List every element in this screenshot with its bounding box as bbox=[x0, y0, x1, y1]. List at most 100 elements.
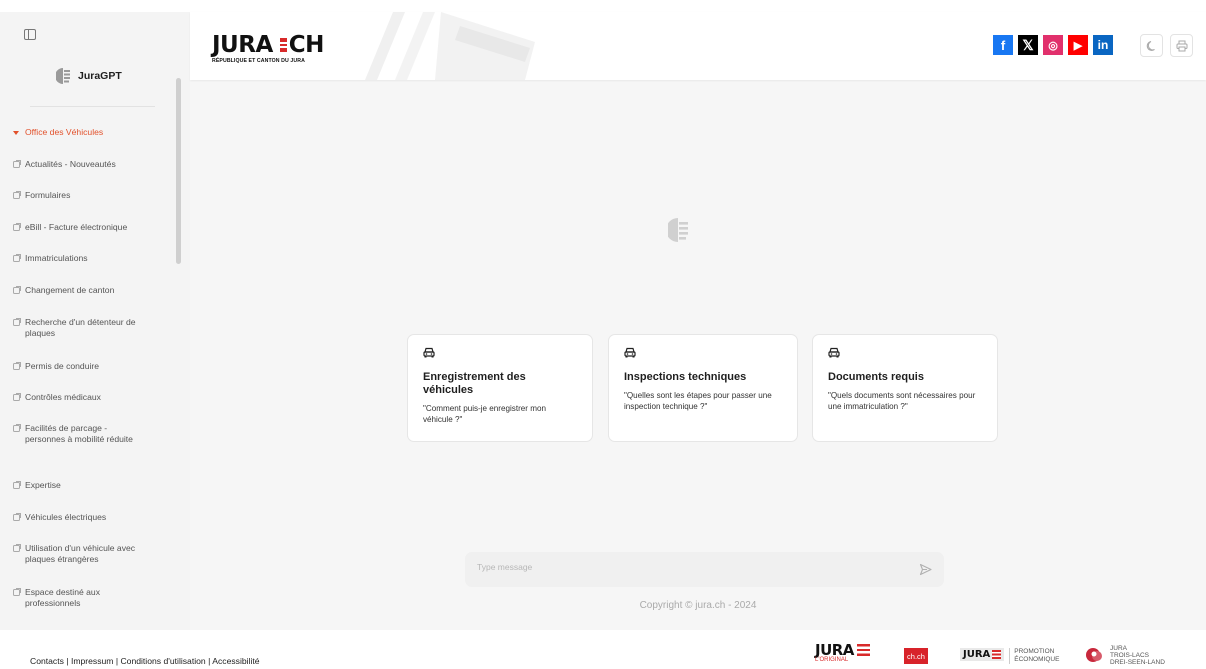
trois-lacs-icon bbox=[1086, 648, 1102, 662]
youtube-icon[interactable]: ▶ bbox=[1068, 35, 1088, 55]
promotion-economique-logo[interactable]: JURA PROMOTION ÉCONOMIQUE bbox=[960, 648, 1059, 664]
sidebar-item-label: Permis de conduire bbox=[25, 361, 100, 371]
top-header: JURA CH RÉPUBLIQUE ET CANTON DU JURA f 𝕏… bbox=[190, 12, 1206, 80]
sidebar-item-actualites[interactable]: Actualités - Nouveautés bbox=[13, 159, 173, 170]
sidebar-item-recherche-detenteur[interactable]: Recherche d'un détenteur de plaques bbox=[13, 317, 163, 339]
sidebar-item-label: Véhicules électriques bbox=[25, 512, 107, 522]
sidebar-item-immatriculations[interactable]: Immatriculations bbox=[13, 253, 173, 264]
card-question: "Quelles sont les étapes pour passer une… bbox=[624, 391, 772, 411]
external-link-icon bbox=[13, 286, 21, 294]
linkedin-icon[interactable]: in bbox=[1093, 35, 1113, 55]
promotion-text: PROMOTION bbox=[1014, 648, 1055, 655]
jura-flag-icon bbox=[274, 38, 287, 52]
brand-name: JuraGPT bbox=[78, 70, 122, 82]
trois-lacs-line3: DREI-SEEN-LAND bbox=[1110, 659, 1165, 666]
sidebar-item-plaques-etrangeres[interactable]: Utilisation d'un véhicule avec plaques é… bbox=[13, 543, 158, 565]
sidebar-item-label: Facilités de parcage - personnes à mobil… bbox=[25, 423, 133, 444]
card-question: "Comment puis-je enregistrer mon véhicul… bbox=[423, 404, 546, 424]
logo-wordmark: JURA CH bbox=[212, 32, 325, 58]
footer-link-accessibilite[interactable]: Accessibilité bbox=[212, 656, 259, 666]
sidebar-item-vehicules-electriques[interactable]: Véhicules électriques bbox=[13, 512, 173, 523]
car-icon bbox=[828, 347, 840, 358]
card-title: Enregistrement des véhicules bbox=[423, 371, 526, 396]
footer-links: Contacts | Impressum | Conditions d'util… bbox=[30, 656, 260, 666]
sidebar-item-controles-medicaux[interactable]: Contrôles médicaux bbox=[13, 392, 173, 403]
sidebar-item-label: Contrôles médicaux bbox=[25, 392, 101, 402]
sidebar-item-label: Recherche d'un détenteur de plaques bbox=[25, 317, 136, 338]
instagram-icon[interactable]: ◎ bbox=[1043, 35, 1063, 55]
promotion-jura-badge: JURA bbox=[960, 648, 1005, 661]
sidebar-item-label: Changement de canton bbox=[25, 285, 115, 295]
send-icon[interactable] bbox=[919, 563, 932, 576]
suggestion-card-enregistrement[interactable]: Enregistrement des véhicules "Comment pu… bbox=[407, 334, 593, 442]
card-title: Documents requis bbox=[828, 371, 924, 383]
economique-text: ÉCONOMIQUE bbox=[1014, 656, 1060, 663]
sidebar-item-ebill[interactable]: eBill - Facture électronique bbox=[13, 222, 173, 233]
external-link-icon bbox=[13, 588, 21, 596]
sidebar-item-office-des-vehicules[interactable]: Office des Véhicules bbox=[13, 127, 173, 138]
car-icon bbox=[624, 347, 636, 358]
external-link-icon bbox=[13, 254, 21, 262]
suggestion-card-documents[interactable]: Documents requis "Quels documents sont n… bbox=[812, 334, 998, 442]
card-question: "Quels documents sont nécessaires pour u… bbox=[828, 391, 976, 411]
message-box bbox=[465, 552, 944, 587]
logo-subtitle: RÉPUBLIQUE ET CANTON DU JURA bbox=[212, 58, 305, 64]
jura-stripes-icon bbox=[856, 644, 870, 656]
sidebar-item-formulaires[interactable]: Formulaires bbox=[13, 190, 173, 201]
sidebar-item-expertise[interactable]: Expertise bbox=[13, 480, 173, 491]
jura-logo-icon bbox=[56, 68, 70, 84]
sidebar: JuraGPT Office des Véhicules Actualités … bbox=[0, 12, 190, 630]
logo-text-jura: JURA bbox=[212, 32, 273, 58]
external-link-icon bbox=[13, 362, 21, 370]
app-frame: JuraGPT Office des Véhicules Actualités … bbox=[0, 12, 1206, 630]
print-icon[interactable] bbox=[1170, 34, 1193, 57]
message-input[interactable] bbox=[477, 562, 897, 572]
external-link-icon bbox=[13, 424, 21, 432]
footer-link-conditions[interactable]: Conditions d'utilisation bbox=[120, 656, 205, 666]
sidebar-scrollbar[interactable] bbox=[176, 78, 181, 264]
dark-mode-icon[interactable] bbox=[1140, 34, 1163, 57]
external-link-icon bbox=[13, 160, 21, 168]
external-link-icon bbox=[13, 513, 21, 521]
trois-lacs-line2: TROIS-LACS bbox=[1110, 652, 1150, 659]
sidebar-item-label: Immatriculations bbox=[25, 253, 88, 263]
trois-lacs-line1: JURA bbox=[1110, 645, 1127, 652]
x-icon[interactable]: 𝕏 bbox=[1018, 35, 1038, 55]
sidebar-item-changement-canton[interactable]: Changement de canton bbox=[13, 285, 173, 296]
sidebar-item-label: Expertise bbox=[25, 480, 61, 490]
copyright-text: Copyright © jura.ch - 2024 bbox=[639, 600, 757, 611]
sidebar-item-permis-conduire[interactable]: Permis de conduire bbox=[13, 361, 173, 372]
sidebar-brand[interactable]: JuraGPT bbox=[56, 68, 122, 84]
sidebar-item-facilites-parcage[interactable]: Facilités de parcage - personnes à mobil… bbox=[13, 423, 148, 445]
jura-stripes-icon bbox=[992, 650, 1002, 659]
header-decoration bbox=[365, 12, 535, 80]
sidebar-item-label: Utilisation d'un véhicule avec plaques é… bbox=[25, 543, 136, 564]
footer-link-contacts[interactable]: Contacts bbox=[30, 656, 64, 666]
jura-ch-logo[interactable]: JURA CH RÉPUBLIQUE ET CANTON DU JURA bbox=[212, 32, 325, 65]
card-title: Inspections techniques bbox=[624, 371, 747, 383]
car-icon bbox=[423, 347, 435, 358]
jura-watermark-logo bbox=[668, 218, 688, 242]
sidebar-item-label: Office des Véhicules bbox=[25, 127, 104, 137]
promotion-jura-wordmark: JURA bbox=[963, 649, 991, 660]
chch-logo[interactable]: ch.ch bbox=[904, 648, 928, 664]
suggestion-card-inspections[interactable]: Inspections techniques "Quelles sont les… bbox=[608, 334, 798, 442]
jura-original-logo[interactable]: JURA L'ORIGINAL bbox=[815, 641, 881, 663]
footer-link-impressum[interactable]: Impressum bbox=[71, 656, 114, 666]
logo-text-ch: CH bbox=[288, 32, 325, 58]
jura-original-subtitle: L'ORIGINAL bbox=[815, 657, 849, 663]
sidebar-toggle-icon[interactable] bbox=[24, 29, 36, 40]
caret-down-icon bbox=[13, 131, 19, 135]
external-link-icon bbox=[13, 481, 21, 489]
external-link-icon bbox=[13, 544, 21, 552]
facebook-icon[interactable]: f bbox=[993, 35, 1013, 55]
sidebar-item-label: Formulaires bbox=[25, 190, 71, 200]
sidebar-item-label: eBill - Facture électronique bbox=[25, 222, 128, 232]
external-link-icon bbox=[13, 393, 21, 401]
external-link-icon bbox=[13, 191, 21, 199]
trois-lacs-logo[interactable]: JURA TROIS-LACS DREI-SEEN-LAND bbox=[1085, 645, 1165, 666]
sidebar-divider bbox=[30, 106, 155, 107]
external-link-icon bbox=[13, 318, 21, 326]
sidebar-item-label: Actualités - Nouveautés bbox=[25, 159, 116, 169]
external-link-icon bbox=[13, 223, 21, 231]
